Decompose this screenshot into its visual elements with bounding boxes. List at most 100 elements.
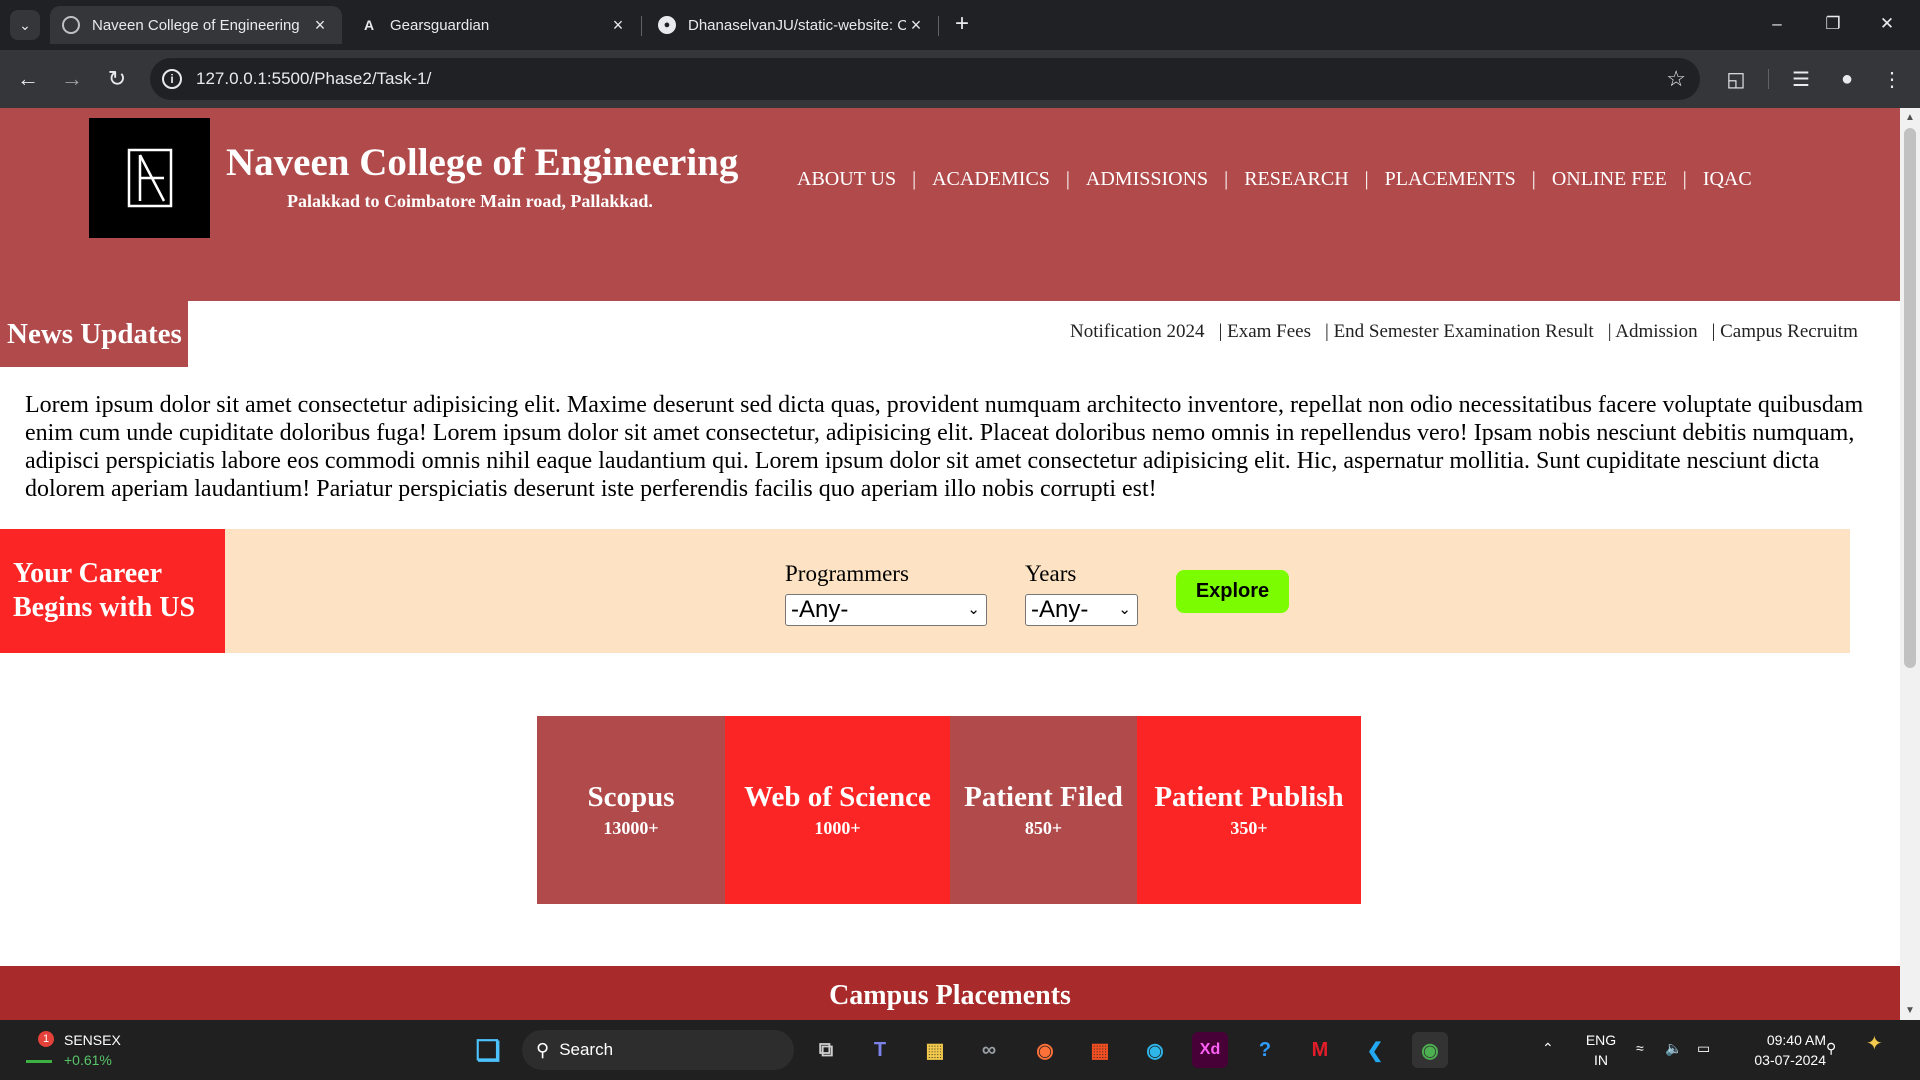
stat-label: Patient Filed <box>964 781 1123 813</box>
windows-taskbar: 1 SENSEX +0.61% ❏ ⚲ Search ⧉ T ▦ ∞ ◉ ▦ ◉… <box>0 1020 1920 1080</box>
page-viewport: Naveen College of Engineering Palakkad t… <box>0 108 1900 1020</box>
scrollbar-thumb[interactable] <box>1904 128 1916 668</box>
news-item-admission[interactable]: | Admission <box>1608 321 1698 343</box>
system-clock[interactable]: 09:40 AM 03-07-2024 <box>1730 1030 1826 1070</box>
nav-admissions[interactable]: ADMISSIONS <box>1086 168 1208 191</box>
tab-close-icon[interactable]: × <box>310 15 330 36</box>
angular-icon: A <box>363 17 375 33</box>
programmes-label: Programmers <box>785 561 909 586</box>
profile-avatar-icon[interactable]: ● <box>1833 65 1861 93</box>
campus-placements-title: Campus Placements <box>829 980 1071 1011</box>
news-item-campus-recruitment[interactable]: | Campus Recruitm <box>1712 321 1858 343</box>
college-logo[interactable] <box>89 118 210 238</box>
back-arrow-icon[interactable]: ← <box>14 65 42 93</box>
news-item-exam-fees[interactable]: | Exam Fees <box>1219 321 1311 343</box>
new-tab-plus-icon[interactable]: + <box>948 10 976 38</box>
close-window-icon[interactable]: ✕ <box>1864 8 1910 40</box>
firefox-icon[interactable]: ◉ <box>1027 1032 1063 1068</box>
tab-search-chevron-icon[interactable]: ⌄ <box>10 10 40 40</box>
news-item-notification[interactable]: Notification 2024 <box>1070 321 1205 343</box>
extensions-puzzle-icon[interactable]: ◱ <box>1722 65 1750 93</box>
battery-icon[interactable]: ▭ <box>1697 1038 1710 1058</box>
career-title: Your Career Begins with US <box>0 529 225 653</box>
browser-tabbar: ⌄ Naveen College of Engineering × A Gear… <box>0 0 1920 50</box>
sensex-widget[interactable]: 1 SENSEX +0.61% <box>24 1030 121 1070</box>
language-indicator[interactable]: ENG IN <box>1583 1030 1619 1070</box>
notification-bell-icon[interactable]: ⚲ <box>1826 1038 1836 1058</box>
nav-iqac[interactable]: IQAC <box>1703 168 1752 191</box>
task-view-icon[interactable]: ⧉ <box>808 1032 844 1068</box>
more-menu-icon[interactable]: ⋮ <box>1878 65 1906 93</box>
news-updates-title: News Updates <box>0 301 188 367</box>
stat-value: 1000+ <box>814 818 861 838</box>
main-nav: ABOUT US | ACADEMICS | ADMISSIONS | RESE… <box>797 168 1752 191</box>
nav-separator: | <box>1364 168 1369 190</box>
address-bar[interactable]: i 127.0.0.1:5500/Phase2/Task-1/ ☆ <box>150 58 1700 100</box>
nav-academics[interactable]: ACADEMICS <box>932 168 1050 191</box>
programmes-select[interactable]: -Any- ⌄ <box>785 594 987 626</box>
tab-close-icon[interactable]: × <box>906 15 926 36</box>
campus-placements-section: Campus Placements <box>0 966 1900 1020</box>
chrome-icon[interactable]: ◉ <box>1412 1032 1448 1068</box>
forward-arrow-icon[interactable]: → <box>58 65 86 93</box>
nav-online-fee[interactable]: ONLINE FEE <box>1552 168 1667 191</box>
stat-web-of-science: Web of Science 1000+ <box>725 716 950 904</box>
nav-research[interactable]: RESEARCH <box>1244 168 1348 191</box>
toolbar-separator <box>1768 69 1769 89</box>
restore-icon[interactable]: ❐ <box>1810 8 1856 40</box>
tab-title: DhanaselvanJU/static-website: C <box>688 16 906 34</box>
nav-about-us[interactable]: ABOUT US <box>797 168 896 191</box>
scroll-up-arrow-icon[interactable]: ▲ <box>1905 112 1915 123</box>
mcafee-icon[interactable]: M <box>1302 1032 1338 1068</box>
tab-separator <box>641 16 642 36</box>
site-info-icon[interactable]: i <box>162 69 182 89</box>
widget-change: +0.61% <box>64 1052 112 1068</box>
bookmark-star-icon[interactable]: ☆ <box>1666 66 1686 92</box>
search-label: Search <box>559 1040 614 1059</box>
copilot-icon[interactable]: ✦ <box>1866 1034 1883 1054</box>
tab-close-icon[interactable]: × <box>608 15 628 36</box>
explore-button[interactable]: Explore <box>1176 570 1289 613</box>
tab-gearsguardian[interactable]: A Gearsguardian × <box>348 6 640 44</box>
nav-separator: | <box>1531 168 1536 190</box>
years-select[interactable]: -Any- ⌄ <box>1025 594 1138 626</box>
taskbar-search-box[interactable]: ⚲ Search <box>522 1030 794 1070</box>
years-selected-value: -Any- <box>1031 596 1089 623</box>
news-item-exam-result[interactable]: | End Semester Examination Result <box>1325 321 1594 343</box>
media-controls-icon[interactable]: ☰ <box>1787 65 1815 93</box>
clock-date: 03-07-2024 <box>1754 1052 1826 1068</box>
college-name: Naveen College of Engineering <box>226 141 739 184</box>
reload-icon[interactable]: ↻ <box>103 65 131 93</box>
stat-patient-publish: Patient Publish 350+ <box>1137 716 1361 904</box>
intro-paragraph: Lorem ipsum dolor sit amet consectetur a… <box>25 392 1864 502</box>
tab-naveen-college[interactable]: Naveen College of Engineering × <box>50 6 342 44</box>
wifi-icon[interactable]: ≈ <box>1636 1038 1644 1058</box>
nav-separator: | <box>1682 168 1687 190</box>
vscode-icon[interactable]: ❮ <box>1357 1032 1393 1068</box>
teams-icon[interactable]: T <box>862 1032 898 1068</box>
adobe-xd-icon[interactable]: Xd <box>1192 1032 1228 1068</box>
scroll-down-arrow-icon[interactable]: ▼ <box>1905 1005 1915 1016</box>
microsoft-store-icon[interactable]: ▦ <box>1082 1032 1118 1068</box>
tab-github[interactable]: ● DhanaselvanJU/static-website: C × <box>646 6 938 44</box>
nav-separator: | <box>1224 168 1229 190</box>
show-hidden-icons-chevron-icon[interactable]: ⌃ <box>1542 1038 1554 1058</box>
stat-value: 13000+ <box>603 818 659 838</box>
page-scrollbar[interactable]: ▲ ▼ <box>1900 108 1920 1020</box>
stat-label: Web of Science <box>744 781 931 813</box>
minimize-icon[interactable]: – <box>1754 8 1800 40</box>
url-text[interactable]: 127.0.0.1:5500/Phase2/Task-1/ <box>196 69 431 89</box>
infinity-app-icon[interactable]: ∞ <box>971 1032 1007 1068</box>
volume-icon[interactable]: 🔈 <box>1665 1038 1682 1058</box>
edge-icon[interactable]: ◉ <box>1137 1032 1173 1068</box>
nav-separator: | <box>1065 168 1070 190</box>
college-address: Palakkad to Coimbatore Main road, Pallak… <box>287 191 653 211</box>
nav-placements[interactable]: PLACEMENTS <box>1385 168 1516 191</box>
research-stats: Scopus 13000+ Web of Science 1000+ Patie… <box>537 716 1361 904</box>
windows-start-icon[interactable]: ❏ <box>470 1032 506 1068</box>
chevron-down-icon: ⌄ <box>967 601 980 618</box>
tab-title: Gearsguardian <box>390 16 490 34</box>
file-explorer-icon[interactable]: ▦ <box>917 1032 953 1068</box>
site-header: Naveen College of Engineering Palakkad t… <box>0 108 1900 301</box>
help-icon[interactable]: ? <box>1247 1032 1283 1068</box>
